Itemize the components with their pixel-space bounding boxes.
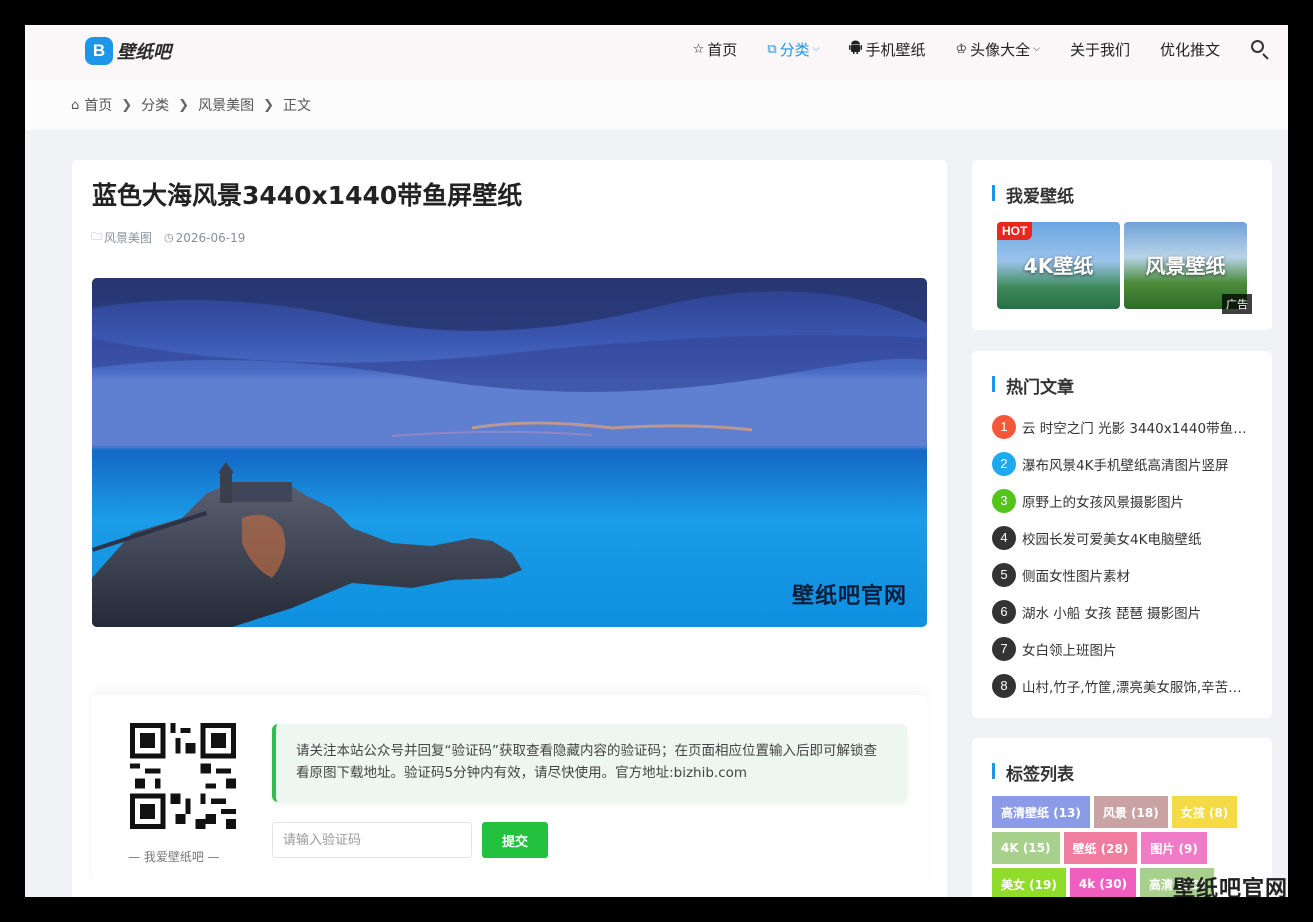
chevron-right-icon: ❯ xyxy=(263,97,274,113)
article-link[interactable]: 山村,竹子,竹筐,漂亮美女服饰,辛苦劳作 xyxy=(1022,676,1254,696)
nav-item-category[interactable]: ⧉ 分类 ⌵ xyxy=(767,39,819,60)
site-logo[interactable]: B 壁纸吧 xyxy=(85,35,171,67)
search-icon[interactable] xyxy=(1250,39,1270,60)
widget-title: 标签列表 xyxy=(992,760,1074,785)
tag-list-card: 标签列表 高清壁纸 (13) 风景 (18) 女孩 (8) 4K (15) 壁纸… xyxy=(972,738,1272,897)
post-category-label: 风景美图 xyxy=(104,231,153,245)
page-frame: B 壁纸吧 ☆ 首页 ⧉ 分类 ⌵ 手机壁纸 ♔ 头像大全 ⌵ 关于我们 优化推… xyxy=(25,25,1288,897)
breadcrumb-category[interactable]: 分类 xyxy=(141,95,169,115)
nav-item-avatars[interactable]: ♔ 头像大全 ⌵ xyxy=(955,39,1040,60)
star-icon: ☆ xyxy=(692,41,705,57)
list-item[interactable]: 8 山村,竹子,竹筐,漂亮美女服饰,辛苦劳作 xyxy=(992,667,1254,704)
nav-item-label: 首页 xyxy=(707,40,738,59)
widget-title: 热门文章 xyxy=(992,373,1074,398)
article-link[interactable]: 云 时空之门 光影 3440x1440带鱼屏壁纸 xyxy=(1022,417,1254,437)
tag-link[interactable]: 4k (30) xyxy=(1069,868,1137,897)
logo-icon: B xyxy=(85,37,113,65)
article-card: 蓝色大海风景3440x1440带鱼屏壁纸 🗀 风景美图 ◷ 2026-06-19 xyxy=(72,160,947,897)
article-link[interactable]: 瀑布风景4K手机壁纸高清图片竖屏 xyxy=(1022,454,1228,474)
rank-badge: 7 xyxy=(992,636,1016,661)
verification-code-input[interactable] xyxy=(272,822,472,858)
tag-link[interactable]: 壁纸 (28) xyxy=(1063,832,1138,864)
tag-link[interactable]: 风景 (18) xyxy=(1093,796,1168,828)
list-item[interactable]: 5 侧面女性图片素材 xyxy=(992,556,1254,593)
breadcrumb-home[interactable]: 首页 xyxy=(84,95,112,115)
rank-badge: 3 xyxy=(992,488,1016,513)
chevron-right-icon: ❯ xyxy=(121,97,133,113)
breadcrumb-subcategory[interactable]: 风景美图 xyxy=(198,95,254,115)
article-link[interactable]: 湖水 小船 女孩 琵琶 摄影图片 xyxy=(1022,602,1201,622)
breadcrumb: ⌂ 首页 ❯ 分类 ❯ 风景美图 ❯ 正文 xyxy=(71,95,311,115)
folder-icon: 🗀 xyxy=(91,230,102,243)
rank-badge: 6 xyxy=(992,599,1016,624)
nav-item-seo-posts[interactable]: 优化推文 xyxy=(1160,39,1220,60)
rank-badge: 8 xyxy=(992,673,1016,698)
nav-item-label: 分类 xyxy=(779,40,810,59)
post-category[interactable]: 🗀 风景美图 xyxy=(91,228,152,247)
list-item[interactable]: 7 女白领上班图片 xyxy=(992,630,1254,667)
tag-link[interactable]: 美女 (19) xyxy=(992,868,1066,897)
rank-badge: 4 xyxy=(992,525,1016,550)
image-watermark: 壁纸吧官网 xyxy=(791,584,907,609)
copy-icon: ⧉ xyxy=(767,41,777,57)
nav-item-label: 优化推文 xyxy=(1159,40,1220,59)
rank-badge: 2 xyxy=(992,451,1016,476)
widget-title: 我爱壁纸 xyxy=(992,182,1074,207)
breadcrumb-bar: ⌂ 首页 ❯ 分类 ❯ 风景美图 ❯ 正文 xyxy=(25,80,1288,130)
ad-banner-landscape[interactable]: 风景壁纸 广告 xyxy=(1124,222,1252,314)
main-nav: ☆ 首页 ⧉ 分类 ⌵ 手机壁纸 ♔ 头像大全 ⌵ 关于我们 优化推文 xyxy=(663,25,1270,73)
crown-icon: ♔ xyxy=(955,41,968,57)
tag-link[interactable]: 女孩 (8) xyxy=(1171,796,1238,828)
ad-banner-4k[interactable]: 4K壁纸 HOT xyxy=(997,222,1120,309)
nav-item-about[interactable]: 关于我们 xyxy=(1070,39,1130,60)
list-item[interactable]: 2 瀑布风景4K手机壁纸高清图片竖屏 xyxy=(992,445,1254,482)
rank-badge: 5 xyxy=(992,562,1016,587)
post-date-label: 2026-06-19 xyxy=(175,230,246,245)
article-link[interactable]: 校园长发可爱美女4K电脑壁纸 xyxy=(1022,528,1201,548)
submit-button[interactable]: 提交 xyxy=(482,822,548,858)
list-item[interactable]: 1 云 时空之门 光影 3440x1440带鱼屏壁纸 xyxy=(992,408,1254,445)
nav-item-label: 手机壁纸 xyxy=(865,40,926,59)
android-icon xyxy=(849,40,863,58)
ad-banner-label: 风景壁纸 xyxy=(1145,254,1226,278)
article-link[interactable]: 原野上的女孩风景摄影图片 xyxy=(1022,491,1184,511)
list-item[interactable]: 3 原野上的女孩风景摄影图片 xyxy=(992,482,1254,519)
breadcrumb-current: 正文 xyxy=(282,98,311,114)
list-item[interactable]: 6 湖水 小船 女孩 琵琶 摄影图片 xyxy=(992,593,1254,630)
nav-item-home[interactable]: ☆ 首页 xyxy=(693,39,738,60)
nav-item-label: 关于我们 xyxy=(1069,40,1130,59)
post-date: ◷ 2026-06-19 xyxy=(164,231,245,245)
top-navbar: B 壁纸吧 ☆ 首页 ⧉ 分类 ⌵ 手机壁纸 ♔ 头像大全 ⌵ 关于我们 优化推… xyxy=(25,25,1288,80)
hot-badge: HOT xyxy=(997,222,1033,240)
post-image[interactable]: 壁纸吧官网 xyxy=(92,278,927,627)
page-title: 蓝色大海风景3440x1440带鱼屏壁纸 xyxy=(92,181,523,210)
chevron-right-icon: ❯ xyxy=(178,97,190,113)
tag-link[interactable]: 4K (15) xyxy=(992,832,1060,864)
clock-icon: ◷ xyxy=(164,231,174,244)
ad-tag: 广告 xyxy=(1222,294,1252,314)
hot-article-list: 1 云 时空之门 光影 3440x1440带鱼屏壁纸 2 瀑布风景4K手机壁纸高清图… xyxy=(992,408,1254,704)
unlock-panel: — 我爱壁纸吧 — 请关注本站公众号并回复“验证码”获取查看隐藏内容的验证码；在… xyxy=(92,695,927,890)
qr-caption: — 我爱壁纸吧 — xyxy=(128,850,220,864)
home-icon: ⌂ xyxy=(71,97,80,113)
corner-watermark: 壁纸吧官网 xyxy=(1172,877,1288,897)
qr-code-icon xyxy=(130,723,236,829)
post-meta: 🗀 风景美图 ◷ 2026-06-19 xyxy=(91,228,257,247)
list-item[interactable]: 4 校园长发可爱美女4K电脑壁纸 xyxy=(992,519,1254,556)
article-link[interactable]: 女白领上班图片 xyxy=(1022,639,1117,659)
article-link[interactable]: 侧面女性图片素材 xyxy=(1022,565,1130,585)
sidebar-ad-card: 我爱壁纸 4K壁纸 HOT 风景壁纸 广告 xyxy=(972,160,1272,330)
tag-link[interactable]: 图片 (9) xyxy=(1141,832,1207,864)
hot-articles-card: 热门文章 1 云 时空之门 光影 3440x1440带鱼屏壁纸 2 瀑布风景4K手机… xyxy=(972,351,1272,718)
nav-item-label: 头像大全 xyxy=(970,40,1031,59)
logo-text: 壁纸吧 xyxy=(117,42,171,63)
seascape-image xyxy=(92,278,927,627)
chevron-down-icon: ⌵ xyxy=(1033,44,1040,54)
chevron-down-icon: ⌵ xyxy=(812,44,820,54)
ad-banner-label: 4K壁纸 xyxy=(1023,254,1094,278)
rank-badge: 1 xyxy=(992,414,1016,439)
nav-item-mobile-wallpaper[interactable]: 手机壁纸 xyxy=(849,39,925,60)
tag-link[interactable]: 高清壁纸 (13) xyxy=(992,796,1090,828)
unlock-notice: 请关注本站公众号并回复“验证码”获取查看隐藏内容的验证码；在页面相应位置输入后即… xyxy=(272,724,907,802)
